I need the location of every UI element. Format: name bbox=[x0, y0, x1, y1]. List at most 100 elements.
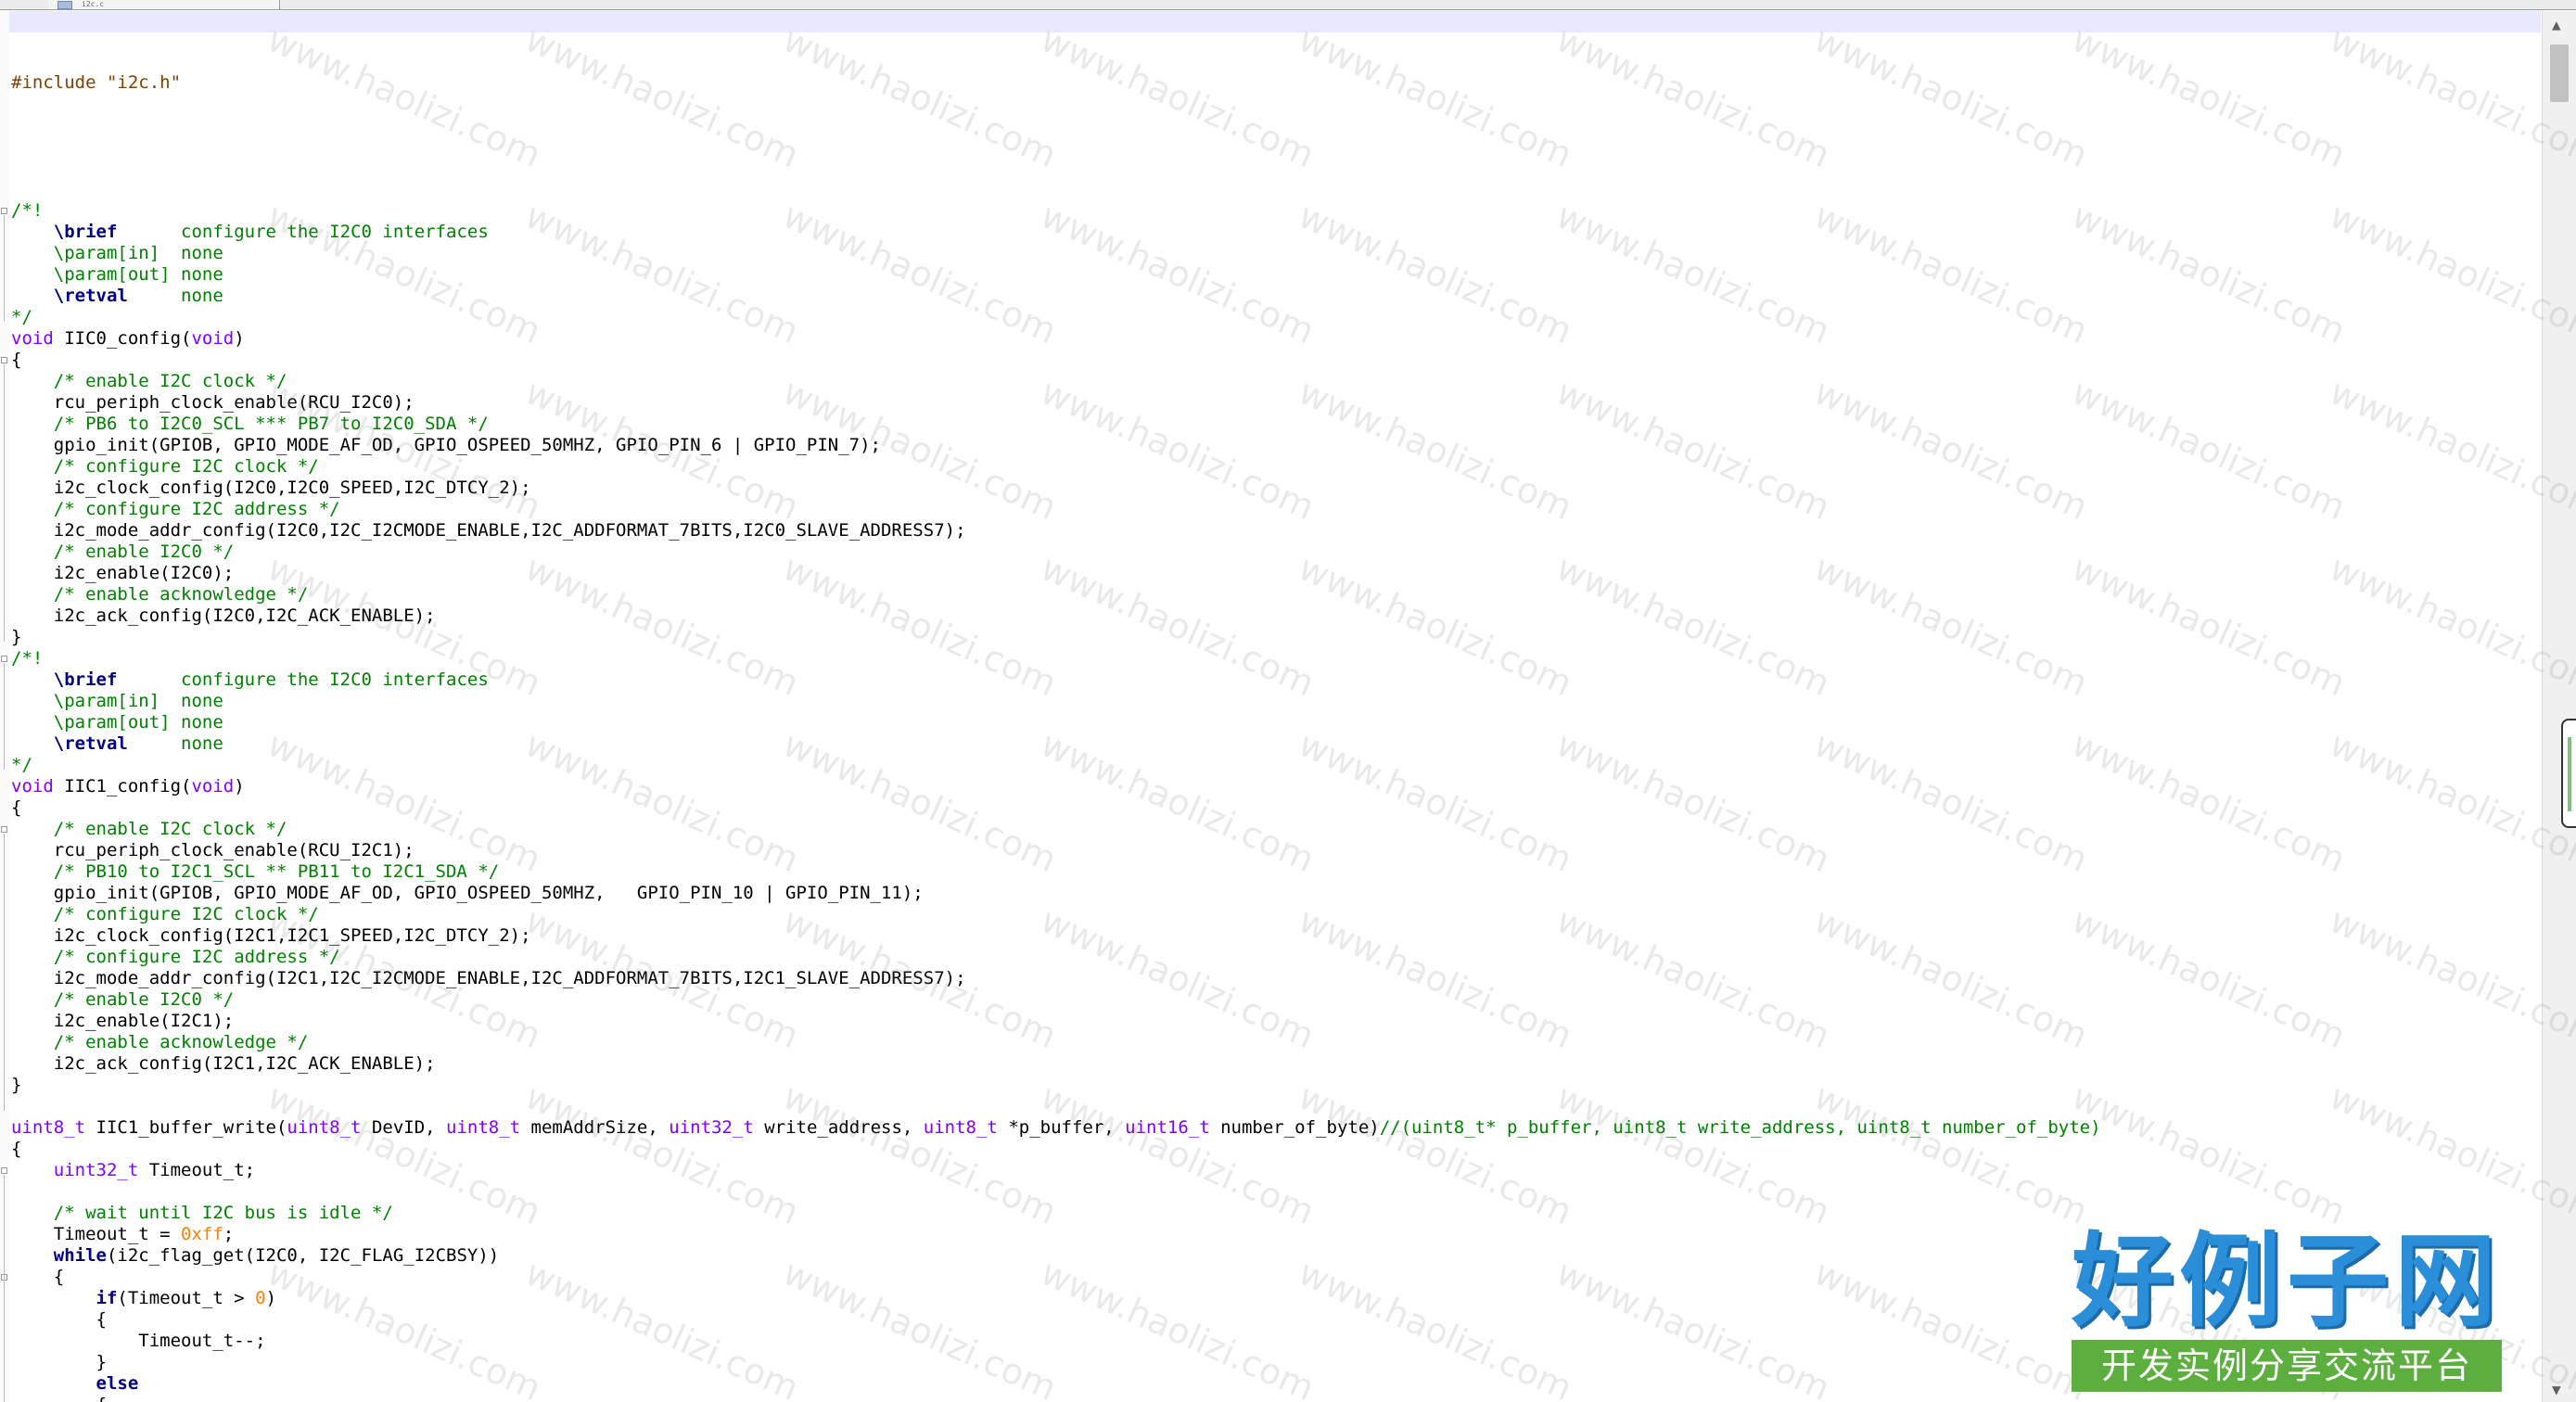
code-token: \brief bbox=[53, 669, 118, 690]
code-line: if(Timeout_t > 0) bbox=[11, 1288, 2101, 1309]
scroll-up-icon[interactable]: ▲ bbox=[2552, 17, 2561, 33]
code-token: i2c_mode_addr_config(I2C1,I2C_I2CMODE_EN… bbox=[11, 968, 966, 988]
code-token: if bbox=[96, 1288, 118, 1308]
fold-icon[interactable] bbox=[1, 656, 7, 662]
code-line: void IIC1_config(void) bbox=[11, 776, 2101, 797]
code-line: { bbox=[11, 1395, 2101, 1402]
code-token: uint16_t bbox=[1125, 1117, 1210, 1138]
code-line: void IIC0_config(void) bbox=[11, 328, 2101, 350]
tab-label: i2c.c bbox=[82, 0, 105, 8]
code-token: i2c_mode_addr_config(I2C0,I2C_I2CMODE_EN… bbox=[11, 520, 966, 541]
code-token: DevID, bbox=[361, 1117, 447, 1138]
fold-guide bbox=[4, 834, 5, 1111]
code-line: \param[out] none bbox=[11, 264, 2101, 286]
code-line: /* enable I2C clock */ bbox=[11, 371, 2101, 392]
code-token: (i2c_flag_get(I2C0, I2C_FLAG_I2CBSY)) bbox=[106, 1245, 500, 1266]
code-token: configure the I2C0 interfaces bbox=[117, 222, 489, 242]
code-token: } bbox=[11, 1352, 107, 1372]
code-token: ) bbox=[265, 1288, 277, 1308]
code-line: { bbox=[11, 1267, 2101, 1288]
code-line: Timeout_t = 0xff; bbox=[11, 1224, 2101, 1245]
side-panel-handle[interactable] bbox=[2561, 719, 2576, 828]
fold-icon[interactable] bbox=[1, 826, 7, 833]
code-token: i2c_ack_config(I2C1,I2C_ACK_ENABLE); bbox=[11, 1053, 436, 1074]
code-line: while(i2c_flag_get(I2C0, I2C_FLAG_I2CBSY… bbox=[11, 1245, 2101, 1267]
code-token: uint32_t bbox=[669, 1117, 754, 1138]
code-line: \param[in] none bbox=[11, 243, 2101, 264]
code-line: gpio_init(GPIOB, GPIO_MODE_AF_OD, GPIO_O… bbox=[11, 435, 2101, 456]
code-token: \retval bbox=[53, 733, 128, 754]
scroll-down-icon[interactable]: ▼ bbox=[2552, 1382, 2561, 1398]
code-token: i2c_ack_config(I2C0,I2C_ACK_ENABLE); bbox=[11, 605, 436, 626]
code-token: { bbox=[11, 1139, 22, 1159]
code-token: /* PB6 to I2C0_SCL *** PB7 to I2C0_SDA *… bbox=[11, 414, 489, 434]
code-token: \param[in] none bbox=[11, 691, 223, 711]
code-line: rcu_periph_clock_enable(RCU_I2C1); bbox=[11, 840, 2101, 861]
code-token: i2c_enable(I2C1); bbox=[11, 1011, 235, 1031]
code-token: /* enable acknowledge */ bbox=[11, 1032, 309, 1052]
code-token: while bbox=[53, 1245, 107, 1266]
fold-icon[interactable] bbox=[1, 357, 7, 363]
code-token: i2c_clock_config(I2C1,I2C1_SPEED,I2C_DTC… bbox=[11, 925, 531, 946]
fold-guide bbox=[4, 364, 5, 642]
code-token: IIC1_config( bbox=[53, 776, 192, 797]
code-token: Timeout_t; bbox=[138, 1160, 256, 1180]
vertical-scrollbar[interactable]: ▲ ▼ bbox=[2542, 11, 2576, 1402]
code-line: i2c_mode_addr_config(I2C1,I2C_I2CMODE_EN… bbox=[11, 968, 2101, 989]
code-editor[interactable]: #include "i2c.h" /*! \brief configure th… bbox=[0, 11, 2541, 1402]
code-token: uint32_t bbox=[53, 1160, 139, 1180]
logo-subtitle: 开发实例分享交流平台 bbox=[2072, 1340, 2502, 1392]
code-token: uint8_t bbox=[923, 1117, 998, 1138]
code-token: /* enable I2C clock */ bbox=[11, 819, 287, 839]
code-token: \brief bbox=[53, 222, 118, 242]
tab-file[interactable]: i2c.c bbox=[48, 0, 280, 9]
code-line: */ bbox=[11, 307, 2101, 328]
code-line: \brief configure the I2C0 interfaces bbox=[11, 222, 2101, 243]
code-token: /*! bbox=[11, 648, 44, 669]
code-line: #include "i2c.h" bbox=[11, 72, 2101, 94]
scroll-thumb[interactable] bbox=[2550, 45, 2569, 102]
code-token: void bbox=[191, 328, 235, 349]
code-line: \param[out] none bbox=[11, 712, 2101, 733]
handle-bar bbox=[2568, 737, 2571, 811]
code-lines: #include "i2c.h" /*! \brief configure th… bbox=[11, 51, 2101, 1402]
code-line: { bbox=[11, 1139, 2101, 1160]
code-token: void bbox=[11, 776, 54, 797]
code-line: i2c_ack_config(I2C1,I2C_ACK_ENABLE); bbox=[11, 1053, 2101, 1075]
code-line: i2c_clock_config(I2C0,I2C0_SPEED,I2C_DTC… bbox=[11, 478, 2101, 499]
code-token: /* wait until I2C bus is idle */ bbox=[11, 1203, 393, 1223]
code-token: 0xff bbox=[181, 1224, 223, 1244]
fold-guide bbox=[4, 215, 5, 322]
code-token: rcu_periph_clock_enable(RCU_I2C1); bbox=[11, 840, 414, 860]
code-token: none bbox=[127, 286, 223, 306]
code-token: /* configure I2C clock */ bbox=[11, 456, 319, 477]
code-token: */ bbox=[11, 307, 32, 327]
code-token: \param[in] none bbox=[11, 243, 223, 263]
code-token: else bbox=[96, 1373, 139, 1394]
fold-icon[interactable] bbox=[1, 1167, 7, 1174]
code-line: /* enable acknowledge */ bbox=[11, 1032, 2101, 1053]
code-token: *p_buffer, bbox=[997, 1117, 1126, 1138]
code-token: Timeout_t = bbox=[11, 1224, 182, 1244]
code-line: /* PB6 to I2C0_SCL *** PB7 to I2C0_SDA *… bbox=[11, 414, 2101, 435]
code-token: /* enable I2C0 */ bbox=[11, 542, 235, 562]
code-token: ) bbox=[234, 776, 245, 797]
current-line-highlight bbox=[9, 11, 2541, 32]
code-line: /* enable I2C0 */ bbox=[11, 542, 2101, 563]
logo-title: 好例子网 bbox=[2072, 1222, 2502, 1341]
code-line: /* enable I2C0 */ bbox=[11, 989, 2101, 1011]
fold-icon[interactable] bbox=[1, 208, 7, 214]
code-token: { bbox=[11, 1309, 107, 1330]
code-line: \retval none bbox=[11, 733, 2101, 755]
code-token: { bbox=[11, 797, 22, 818]
code-token: /* PB10 to I2C1_SCL ** PB11 to I2C1_SDA … bbox=[11, 861, 500, 882]
site-logo: 好例子网 开发实例分享交流平台 bbox=[2072, 1227, 2502, 1396]
code-line: /* configure I2C clock */ bbox=[11, 456, 2101, 478]
code-token: IIC1_buffer_write( bbox=[85, 1117, 287, 1138]
code-token: configure the I2C0 interfaces bbox=[117, 669, 489, 690]
